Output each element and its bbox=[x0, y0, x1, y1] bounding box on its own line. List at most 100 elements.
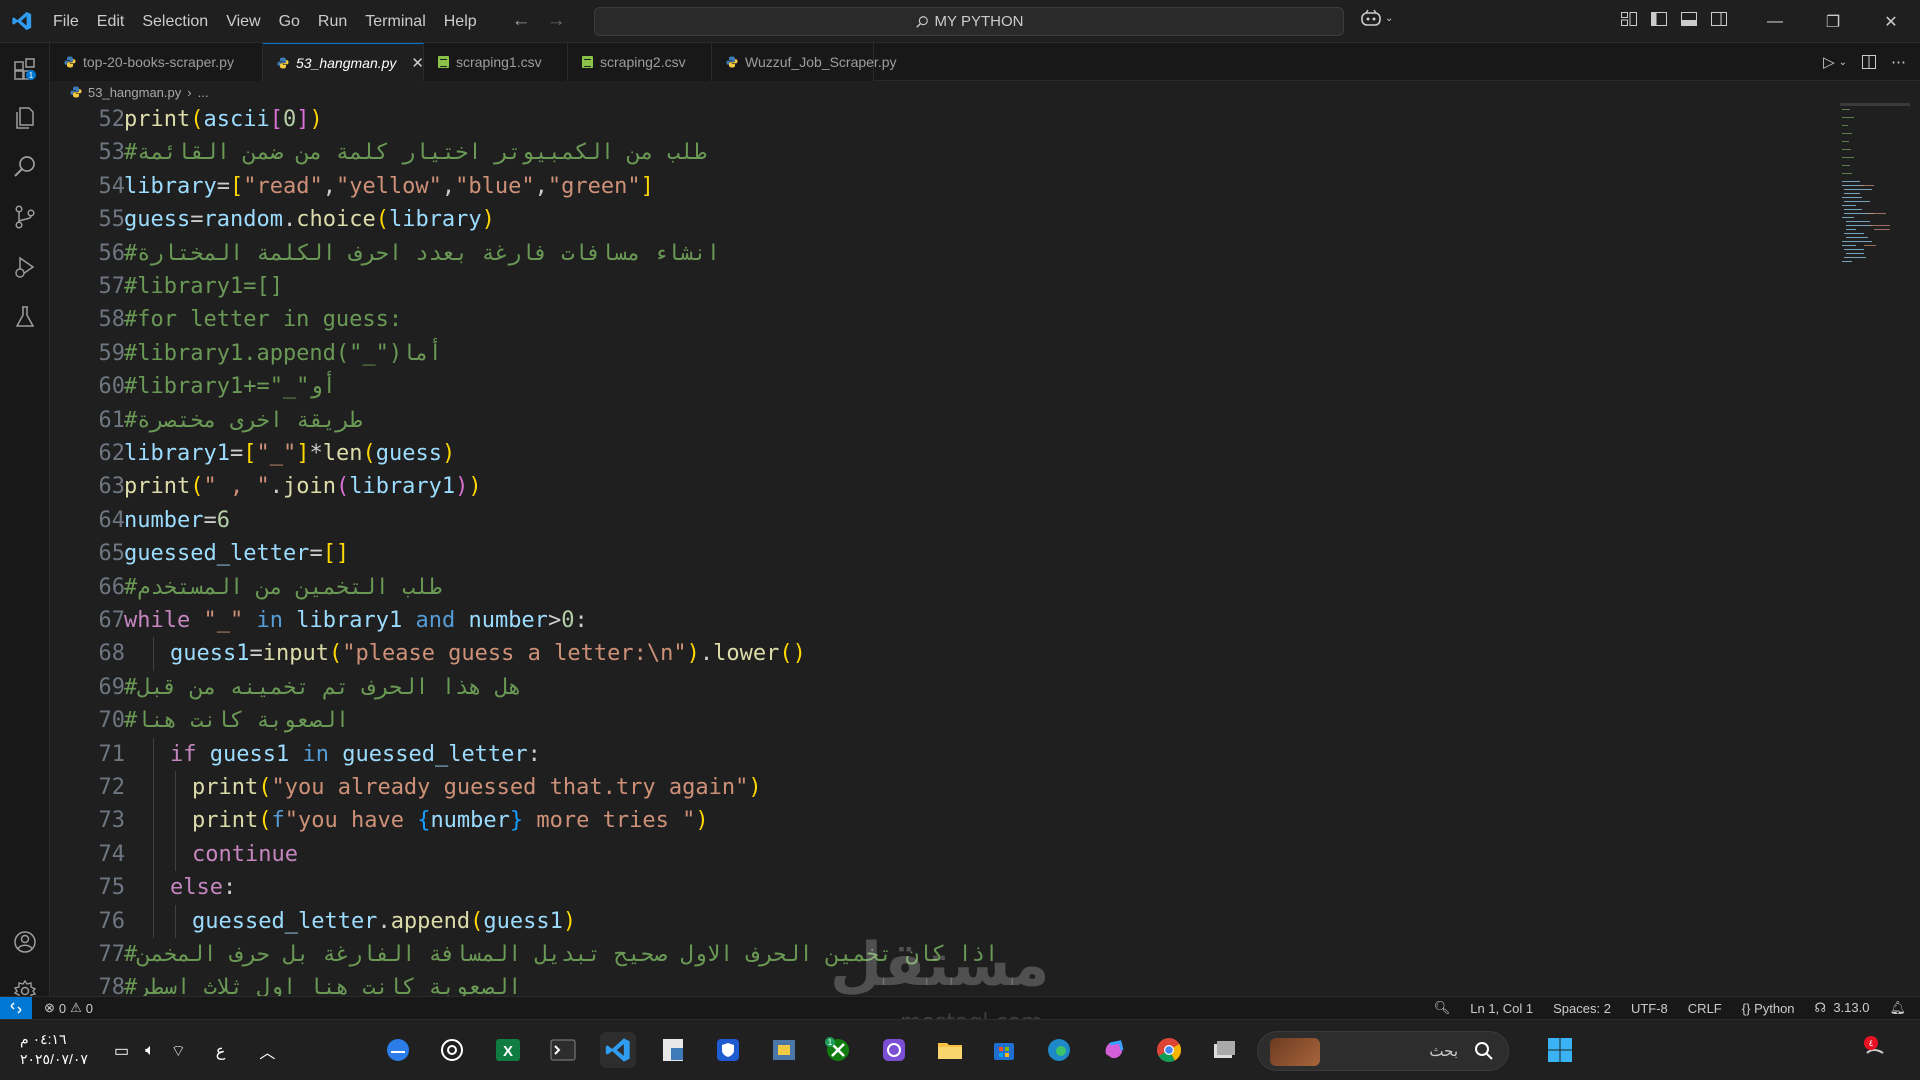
code-line[interactable]: 52 print(ascii[0]) bbox=[50, 103, 1790, 136]
tab-scraping1-csv[interactable]: scraping1.csv bbox=[424, 43, 568, 81]
code-token: "yellow" bbox=[335, 173, 442, 199]
remote-indicator-icon[interactable] bbox=[0, 996, 32, 1020]
breadcrumb-symbol[interactable]: ... bbox=[198, 85, 209, 100]
code-line[interactable]: 71 if guess1 in guessed_letter: bbox=[50, 738, 1790, 771]
close-window-icon[interactable]: ✕ bbox=[1862, 0, 1920, 43]
remote-explorer-icon[interactable]: 1 bbox=[0, 45, 50, 93]
code-line[interactable]: 73 print(f"you have {number} more tries "… bbox=[50, 804, 1790, 837]
back-arrow-icon[interactable]: ← bbox=[512, 10, 531, 32]
copilot-app-icon[interactable] bbox=[1096, 1032, 1132, 1068]
forward-arrow-icon[interactable]: → bbox=[547, 10, 566, 32]
excel-app-icon[interactable]: X bbox=[490, 1032, 526, 1068]
command-center-search[interactable]: MY PYTHON bbox=[594, 7, 1344, 36]
zoom-icon[interactable]: 🔍︎ bbox=[1434, 1000, 1451, 1016]
encoding[interactable]: UTF-8 bbox=[1631, 1001, 1668, 1016]
split-editor-icon[interactable] bbox=[1861, 54, 1877, 70]
menu-help[interactable]: Help bbox=[435, 0, 486, 43]
vscode-app-icon[interactable] bbox=[600, 1032, 636, 1068]
code-line[interactable]: 68 guess1=input("please guess a letter:\n… bbox=[50, 637, 1790, 670]
customize-layout-icon[interactable] bbox=[1620, 10, 1638, 28]
weather-widget-icon[interactable] bbox=[380, 1032, 416, 1068]
code-line[interactable]: 69 #هل هذا الحرف تم تخمينه من قبل bbox=[50, 671, 1790, 704]
code-line[interactable]: 56 #انشاء مسافات فارغة بعدد احرف الكلمة ا… bbox=[50, 237, 1790, 270]
wifi-icon[interactable]: ⌔ bbox=[171, 1041, 186, 1061]
minimize-icon[interactable]: — bbox=[1746, 0, 1804, 43]
code-line[interactable]: 58 #for letter in guess: bbox=[50, 303, 1790, 336]
input-language[interactable]: ع bbox=[216, 1041, 226, 1061]
menu-edit[interactable]: Edit bbox=[88, 0, 134, 43]
indentation[interactable]: Spaces: 2 bbox=[1553, 1001, 1611, 1016]
close-tab-icon[interactable]: ✕ bbox=[411, 54, 424, 72]
task-view-icon[interactable] bbox=[1206, 1032, 1242, 1068]
tab-scraping2-csv[interactable]: scraping2.csv bbox=[568, 43, 712, 81]
chatgpt-app-icon[interactable] bbox=[434, 1032, 470, 1068]
menu-run[interactable]: Run bbox=[309, 0, 356, 43]
testing-icon[interactable] bbox=[0, 293, 50, 341]
notifications-bell-icon[interactable]: 🔔︎ bbox=[1889, 1000, 1906, 1016]
source-control-icon[interactable] bbox=[0, 193, 50, 241]
code-line[interactable]: 60 #library1+="_"أو bbox=[50, 370, 1790, 403]
chrome-browser-icon[interactable] bbox=[1151, 1032, 1187, 1068]
notifications-center-icon[interactable]: ٤ bbox=[1858, 1032, 1894, 1068]
chevron-down-icon[interactable]: ⌄ bbox=[1839, 57, 1847, 68]
code-line[interactable]: 72 print("you already guessed that.try ag… bbox=[50, 771, 1790, 804]
line-ending[interactable]: CRLF bbox=[1688, 1001, 1722, 1016]
breadcrumb-file[interactable]: 53_hangman.py bbox=[88, 85, 181, 100]
tab-top-20-books-scraper-py[interactable]: top-20-books-scraper.py bbox=[50, 43, 263, 81]
toggle-primary-sidebar-icon[interactable] bbox=[1650, 10, 1668, 28]
chevron-up-icon[interactable]: ︿ bbox=[259, 1039, 275, 1063]
problems-indicator[interactable]: ⊗ 0 ⚠ 0 bbox=[32, 1000, 93, 1016]
code-line[interactable]: 64 number=6 bbox=[50, 504, 1790, 537]
language-mode[interactable]: {} Python bbox=[1742, 1001, 1795, 1016]
code-line[interactable]: 74 continue bbox=[50, 838, 1790, 871]
code-line[interactable]: 54 library=["read","yellow","blue","green… bbox=[50, 170, 1790, 203]
run-debug-icon[interactable] bbox=[0, 243, 50, 291]
security-app-icon[interactable] bbox=[710, 1032, 746, 1068]
search-sidebar-icon[interactable] bbox=[0, 143, 50, 191]
toggle-panel-icon[interactable] bbox=[1680, 10, 1698, 28]
photos-app-icon[interactable] bbox=[876, 1032, 912, 1068]
code-line[interactable]: 55 guess=random.choice(library) bbox=[50, 203, 1790, 236]
system-clock[interactable]: ٠٤:١٦ م ٢٠٢٥/٠٧/٠٧ bbox=[20, 1029, 88, 1069]
restore-icon[interactable]: ❐ bbox=[1804, 0, 1862, 43]
volume-icon[interactable]: 🔈︎ bbox=[145, 1042, 155, 1060]
code-line[interactable]: 53 #طلب من الكمبيوتر اختيار كلمة من ضمن ا… bbox=[50, 136, 1790, 169]
store-app-icon[interactable] bbox=[986, 1032, 1022, 1068]
python-interpreter[interactable]: ☊ 3.13.0 bbox=[1815, 1000, 1870, 1016]
code-line[interactable]: 66 #طلب التخمين من المستخدم bbox=[50, 571, 1790, 604]
more-actions-icon[interactable]: ⋯ bbox=[1891, 53, 1906, 71]
xbox-app-icon[interactable]: 1 bbox=[820, 1032, 856, 1068]
code-line[interactable]: 63 print(" , ".join(library1)) bbox=[50, 470, 1790, 503]
code-line[interactable]: 59 #library1.append("_")أما bbox=[50, 337, 1790, 370]
python-idle-app-icon[interactable] bbox=[655, 1032, 691, 1068]
explorer-icon[interactable] bbox=[0, 94, 50, 142]
toggle-secondary-sidebar-icon[interactable] bbox=[1710, 10, 1728, 28]
copilot-menu[interactable]: ⌄ bbox=[1360, 9, 1393, 27]
code-line[interactable]: 61 #طريقة اخرى مختصرة bbox=[50, 404, 1790, 437]
tab-53-hangman-py[interactable]: 53_hangman.py ✕ bbox=[263, 43, 424, 81]
menu-file[interactable]: File bbox=[44, 0, 88, 43]
menu-selection[interactable]: Selection bbox=[133, 0, 217, 43]
code-line[interactable]: 70 #الصعوبة كانت هنا bbox=[50, 704, 1790, 737]
menu-terminal[interactable]: Terminal bbox=[356, 0, 434, 43]
cursor-position[interactable]: Ln 1, Col 1 bbox=[1470, 1001, 1533, 1016]
code-line[interactable]: 67 while "_" in library1 and number>0: bbox=[50, 604, 1790, 637]
code-line[interactable]: 75 else: bbox=[50, 871, 1790, 904]
accounts-icon[interactable] bbox=[0, 918, 50, 966]
tab-wuzzuf-job-scraper-py[interactable]: Wuzzuf_Job_Scraper.py bbox=[712, 43, 897, 81]
taskbar-search[interactable]: بحث bbox=[1257, 1031, 1509, 1071]
code-line[interactable]: 65 guessed_letter=[] bbox=[50, 537, 1790, 570]
code-editor[interactable]: 52 print(ascii[0]) 53 #طلب من الكمبيوتر اخت… bbox=[50, 103, 1920, 996]
terminal-app-icon[interactable] bbox=[545, 1032, 581, 1068]
edge-browser-icon[interactable] bbox=[1041, 1032, 1077, 1068]
battery-icon[interactable]: ▭ bbox=[114, 1041, 129, 1061]
run-python-file-icon[interactable]: ▷ bbox=[1823, 53, 1835, 71]
file-explorer-icon[interactable] bbox=[932, 1032, 968, 1068]
code-line[interactable]: 62 library1=["_"]*len(guess) bbox=[50, 437, 1790, 470]
python-app-icon[interactable] bbox=[766, 1032, 802, 1068]
code-line[interactable]: 57 #library1=[] bbox=[50, 270, 1790, 303]
minimap[interactable] bbox=[1840, 103, 1910, 303]
menu-view[interactable]: View bbox=[217, 0, 269, 43]
windows-start-icon[interactable] bbox=[1542, 1032, 1578, 1068]
menu-go[interactable]: Go bbox=[270, 0, 309, 43]
